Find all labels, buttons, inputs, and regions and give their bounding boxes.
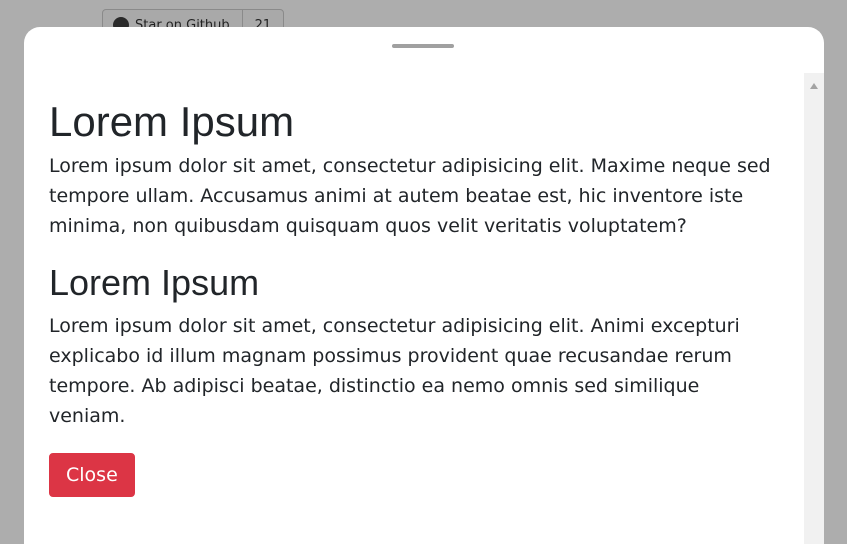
section-body-1: Lorem ipsum dolor sit amet, consectetur …	[49, 155, 771, 238]
vertical-scrollbar[interactable]	[804, 73, 824, 544]
close-button[interactable]: Close	[49, 452, 135, 497]
scroll-up-arrow-icon[interactable]	[810, 83, 818, 89]
section-heading-1: Lorem Ipsum	[49, 98, 295, 145]
drag-handle[interactable]	[392, 44, 454, 48]
sheet-content: Lorem Ipsum Lorem ipsum dolor sit amet, …	[49, 97, 779, 497]
section-body-2: Lorem ipsum dolor sit amet, consectetur …	[49, 314, 740, 427]
bottom-sheet: Lorem Ipsum Lorem ipsum dolor sit amet, …	[24, 27, 824, 544]
section-heading-2: Lorem Ipsum	[49, 262, 260, 304]
